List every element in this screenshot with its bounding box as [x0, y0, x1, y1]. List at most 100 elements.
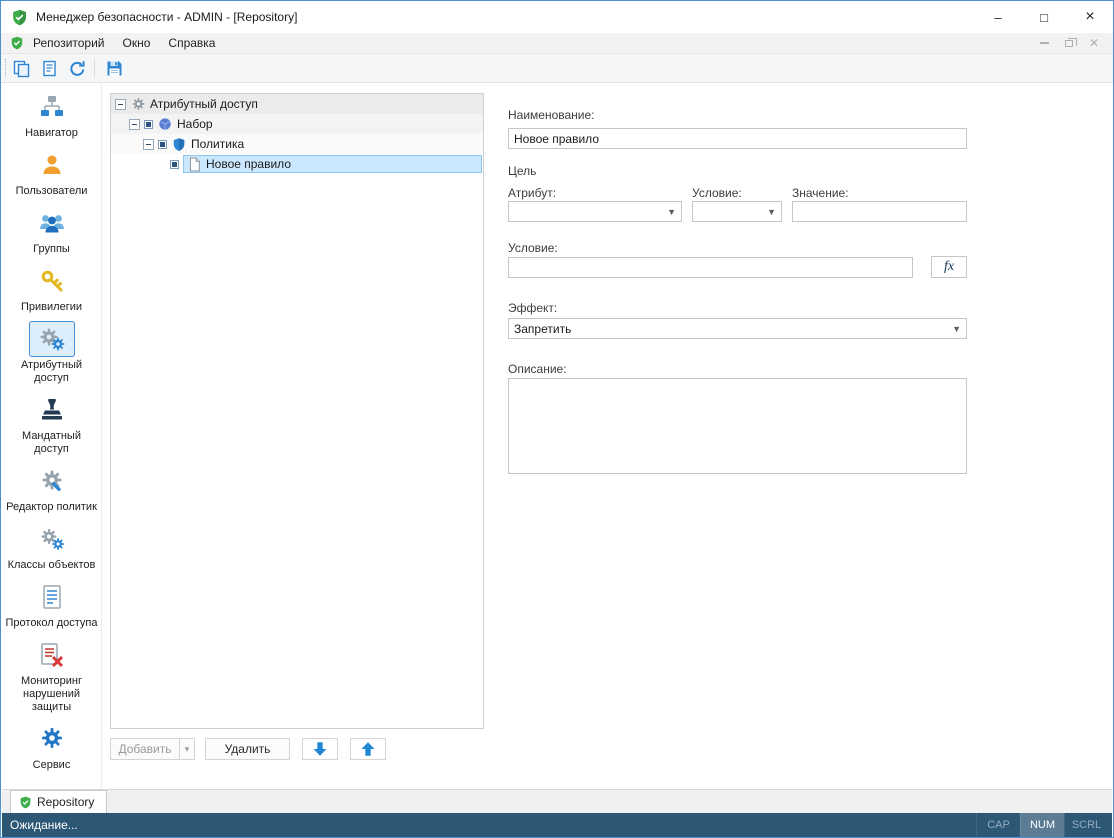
menu-repository[interactable]: Репозиторий	[24, 34, 114, 52]
tree-node-label: Набор	[177, 117, 213, 131]
sidebar-item-service[interactable]: Сервис	[2, 721, 101, 772]
open-document-button[interactable]	[36, 56, 62, 80]
effect-combo[interactable]: Запретить ▼	[508, 318, 967, 339]
sidebar-item-privileges[interactable]: Привилегии	[2, 263, 101, 314]
attribute-combo[interactable]: ▼	[508, 201, 682, 222]
sidebar-item-label: Пользователи	[2, 185, 101, 198]
policy-editor-icon	[29, 463, 75, 499]
sidebar-item-users[interactable]: Пользователи	[2, 147, 101, 198]
move-up-button[interactable]	[350, 738, 386, 760]
tree-node-label: Новое правило	[206, 157, 291, 171]
node-state-checkbox[interactable]	[170, 160, 179, 169]
sidebar-item-object-classes[interactable]: Классы объектов	[2, 521, 101, 572]
key-icon	[29, 263, 75, 299]
tree-node-new-rule[interactable]: Новое правило	[111, 154, 483, 174]
add-dropdown-arrow[interactable]: ▾	[179, 738, 195, 760]
selected-node-region[interactable]: Новое правило	[183, 155, 482, 173]
scroll-lock-indicator: SCRL	[1064, 813, 1108, 837]
tab-repository[interactable]: Repository	[10, 790, 107, 813]
save-button[interactable]	[101, 56, 127, 80]
sidebar-item-groups[interactable]: Группы	[2, 205, 101, 256]
condition-label: Условие:	[508, 241, 558, 255]
violation-monitor-icon	[29, 637, 75, 673]
rules-tree: Атрибутный доступ Набор Поли	[110, 93, 484, 729]
menu-help[interactable]: Справка	[159, 34, 224, 52]
sidebar: Навигатор Пользователи Группы Привилегии	[2, 83, 102, 789]
collapse-icon[interactable]	[115, 99, 126, 110]
window-controls: – □ ×	[975, 1, 1113, 33]
mdi-minimize-icon[interactable]	[1040, 42, 1049, 44]
num-lock-indicator: NUM	[1020, 813, 1064, 837]
close-button[interactable]: ×	[1067, 1, 1113, 33]
main-panel: Атрибутный доступ Набор Поли	[102, 83, 1112, 789]
delete-button[interactable]: Удалить	[205, 738, 290, 760]
sidebar-item-access-log[interactable]: Протокол доступа	[2, 579, 101, 630]
refresh-button[interactable]	[64, 56, 90, 80]
sidebar-item-policy-editor[interactable]: Редактор политик	[2, 463, 101, 514]
fx-icon: fx	[944, 259, 954, 275]
value-input[interactable]	[792, 201, 967, 222]
mdi-close-icon[interactable]: ✕	[1089, 38, 1099, 48]
keyboard-state-indicators: CAP NUM SCRL	[976, 813, 1108, 837]
caps-lock-indicator: CAP	[976, 813, 1020, 837]
collapse-icon[interactable]	[143, 139, 154, 150]
menu-bar: Репозиторий Окно Справка ✕	[1, 33, 1113, 54]
sidebar-item-mandatory-access[interactable]: Мандатный доступ	[2, 392, 101, 456]
navigator-icon	[29, 89, 75, 125]
menu-window[interactable]: Окно	[114, 34, 160, 52]
document-node-icon	[186, 156, 202, 172]
node-state-checkbox[interactable]	[158, 140, 167, 149]
attribute-label: Атрибут:	[508, 186, 556, 200]
app-window: Менеджер безопасности - ADMIN - [Reposit…	[0, 0, 1114, 838]
object-classes-icon	[29, 521, 75, 557]
tree-node-set[interactable]: Набор	[111, 114, 483, 134]
mdi-restore-icon[interactable]	[1065, 40, 1073, 47]
status-bar: Ожидание... CAP NUM SCRL	[2, 813, 1112, 837]
chevron-down-icon: ▼	[667, 207, 676, 217]
save-icon	[105, 59, 124, 78]
node-state-checkbox[interactable]	[144, 120, 153, 129]
chevron-down-icon: ▼	[767, 207, 776, 217]
new-document-button[interactable]	[8, 56, 34, 80]
add-button[interactable]: Добавить	[110, 738, 179, 760]
window-title: Менеджер безопасности - ADMIN - [Reposit…	[36, 10, 297, 24]
name-input[interactable]	[508, 128, 967, 149]
tree-node-attribute-access[interactable]: Атрибутный доступ	[111, 94, 483, 114]
attr-condition-label: Условие:	[692, 186, 742, 200]
sidebar-item-label: Редактор политик	[2, 501, 101, 514]
toolbar-grip	[5, 59, 6, 77]
description-label: Описание:	[508, 362, 567, 376]
condition-input[interactable]	[508, 257, 913, 278]
effect-combo-value: Запретить	[514, 322, 571, 336]
title-bar: Менеджер безопасности - ADMIN - [Reposit…	[1, 1, 1113, 33]
access-log-icon	[29, 579, 75, 615]
description-textarea[interactable]	[508, 378, 967, 474]
user-icon	[29, 147, 75, 183]
minimize-button[interactable]: –	[975, 1, 1021, 33]
move-down-button[interactable]	[302, 738, 338, 760]
sidebar-item-attribute-access[interactable]: Атрибутный доступ	[2, 321, 101, 385]
rule-form: Наименование: Цель Атрибут: Условие: Зна…	[508, 83, 967, 603]
chevron-down-icon: ▼	[952, 324, 961, 334]
sidebar-item-label: Классы объектов	[2, 559, 101, 572]
stamp-icon	[29, 392, 75, 428]
gears-node-icon	[130, 96, 146, 112]
open-document-icon	[40, 59, 59, 78]
document-tabstrip: Repository	[2, 789, 1112, 813]
sidebar-item-label: Навигатор	[2, 127, 101, 140]
maximize-button[interactable]: □	[1021, 1, 1067, 33]
collapse-icon[interactable]	[129, 119, 140, 130]
name-label: Наименование:	[508, 108, 595, 122]
tree-node-policy[interactable]: Политика	[111, 134, 483, 154]
effect-label: Эффект:	[508, 301, 557, 315]
sidebar-item-label: Мониторинг нарушений защиты	[2, 675, 101, 714]
attr-condition-combo[interactable]: ▼	[692, 201, 782, 222]
formula-editor-button[interactable]: fx	[931, 256, 967, 278]
set-node-icon	[157, 116, 173, 132]
service-gear-icon	[29, 721, 75, 757]
sidebar-item-navigator[interactable]: Навигатор	[2, 89, 101, 140]
sidebar-item-label: Атрибутный доступ	[2, 359, 101, 385]
mdi-window-controls: ✕	[1040, 38, 1099, 48]
sidebar-item-violation-monitor[interactable]: Мониторинг нарушений защиты	[2, 637, 101, 714]
sidebar-item-label: Группы	[2, 243, 101, 256]
